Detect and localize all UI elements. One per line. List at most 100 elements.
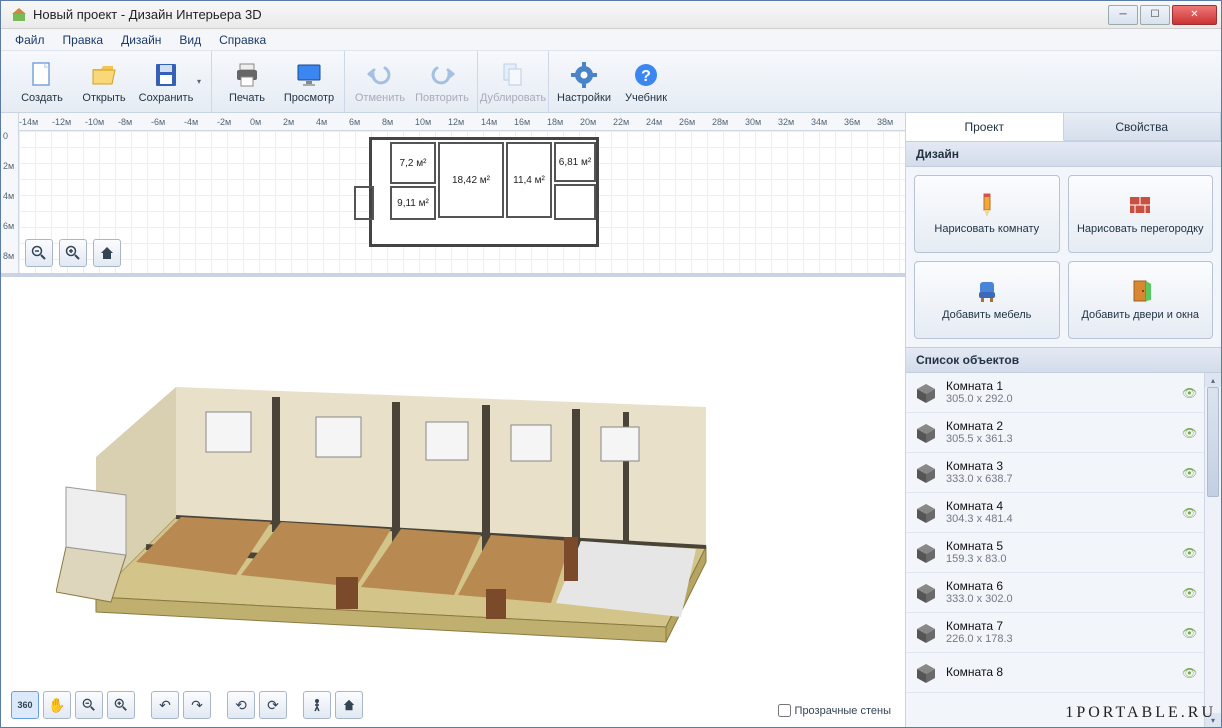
maximize-button[interactable]: ☐ [1140, 5, 1170, 25]
scene-3d [56, 337, 746, 657]
visibility-icon[interactable]: 👁 [1182, 666, 1196, 680]
visibility-icon[interactable]: 👁 [1182, 586, 1196, 600]
visibility-icon[interactable]: 👁 [1182, 386, 1196, 400]
home-3d-button[interactable] [335, 691, 363, 719]
object-item[interactable]: Комната 3333.0 x 638.7👁 [906, 453, 1204, 493]
cube-icon [914, 541, 938, 565]
visibility-icon[interactable]: 👁 [1182, 426, 1196, 440]
room-label: 7,2 м² [390, 142, 436, 184]
rotate-right-button[interactable]: ↷ [183, 691, 211, 719]
app-window: Новый проект - Дизайн Интерьера 3D ─ ☐ ✕… [0, 0, 1222, 728]
settings-button[interactable]: Настройки [553, 54, 615, 110]
object-item[interactable]: Комната 4304.3 x 481.4👁 [906, 493, 1204, 533]
room-area [554, 184, 596, 220]
page-icon [27, 60, 57, 90]
menu-design[interactable]: Дизайн [113, 31, 169, 49]
tab-properties[interactable]: Свойства [1064, 113, 1222, 140]
menu-help[interactable]: Справка [211, 31, 274, 49]
object-list: Комната 1305.0 x 292.0👁Комната 2305.5 x … [906, 373, 1221, 727]
panel-tabs: Проект Свойства [906, 113, 1221, 141]
cube-icon [914, 381, 938, 405]
object-item[interactable]: Комната 8👁 [906, 653, 1204, 693]
print-button[interactable]: Печать [216, 54, 278, 110]
cube-icon [914, 661, 938, 685]
open-button[interactable]: Открыть [73, 54, 135, 110]
transparent-walls-input[interactable] [778, 704, 791, 717]
copy-icon [498, 60, 528, 90]
draw-room-button[interactable]: Нарисовать комнату [914, 175, 1060, 253]
cube-icon [914, 421, 938, 445]
visibility-icon[interactable]: 👁 [1182, 546, 1196, 560]
redo-button[interactable]: Повторить [411, 54, 473, 110]
view-3d[interactable]: 360 ✋ ↶ ↷ ⟲ ⟳ Прозрачные стены [1, 277, 905, 727]
undo-icon [365, 60, 395, 90]
object-item[interactable]: Комната 2305.5 x 361.3👁 [906, 413, 1204, 453]
pencil-icon [973, 191, 1001, 219]
add-doors-button[interactable]: Добавить двери и окна [1068, 261, 1214, 339]
gear-icon [569, 60, 599, 90]
tilt-up-button[interactable]: ⟲ [227, 691, 255, 719]
visibility-icon[interactable]: 👁 [1182, 626, 1196, 640]
360-button[interactable]: 360 [11, 691, 39, 719]
tutorial-button[interactable]: ? Учебник [615, 54, 677, 110]
menu-file[interactable]: Файл [7, 31, 53, 49]
main-toolbar: Создать Открыть Сохранить ▾ Печать П [1, 51, 1221, 113]
tilt-down-button[interactable]: ⟳ [259, 691, 287, 719]
visibility-icon[interactable]: 👁 [1182, 466, 1196, 480]
object-item[interactable]: Комната 5159.3 x 83.0👁 [906, 533, 1204, 573]
chair-icon [973, 277, 1001, 305]
undo-button[interactable]: Отменить [349, 54, 411, 110]
home-2d-button[interactable] [93, 239, 121, 267]
brick-icon [1126, 191, 1154, 219]
cube-icon [914, 501, 938, 525]
cube-icon [914, 461, 938, 485]
monitor-icon [294, 60, 324, 90]
minimize-button[interactable]: ─ [1108, 5, 1138, 25]
add-furniture-button[interactable]: Добавить мебель [914, 261, 1060, 339]
new-button[interactable]: Создать [11, 54, 73, 110]
canvas-2d[interactable]: 7,2 м² 18,42 м² 11,4 м² 6,81 м² 9,11 м² [19, 131, 905, 273]
printer-icon [232, 60, 262, 90]
svg-text:?: ? [641, 68, 651, 85]
cube-icon [914, 621, 938, 645]
scroll-up-button[interactable]: ▴ [1205, 373, 1221, 387]
rotate-left-button[interactable]: ↶ [151, 691, 179, 719]
titlebar: Новый проект - Дизайн Интерьера 3D ─ ☐ ✕ [1, 1, 1221, 29]
zoom-in-2d-button[interactable] [59, 239, 87, 267]
zoom-in-3d-button[interactable] [107, 691, 135, 719]
menubar: Файл Правка Дизайн Вид Справка [1, 29, 1221, 51]
menu-edit[interactable]: Правка [55, 31, 112, 49]
view-2d: 0 2м 4м 6м 8м -14м-12м-10м-8м-6м-4м-2м0м… [1, 113, 905, 277]
floorplan-outline: 7,2 м² 18,42 м² 11,4 м² 6,81 м² 9,11 м² [369, 137, 599, 247]
vertical-ruler: 0 2м 4м 6м 8м [1, 113, 19, 273]
app-icon [11, 7, 27, 23]
cube-icon [914, 581, 938, 605]
close-button[interactable]: ✕ [1172, 5, 1217, 25]
walk-button[interactable] [303, 691, 331, 719]
room-label: 11,4 м² [506, 142, 552, 218]
scroll-thumb[interactable] [1207, 387, 1219, 497]
pan-button[interactable]: ✋ [43, 691, 71, 719]
zoom-out-2d-button[interactable] [25, 239, 53, 267]
toolbar-3d: 360 ✋ ↶ ↷ ⟲ ⟳ [11, 691, 363, 719]
redo-icon [427, 60, 457, 90]
menu-view[interactable]: Вид [171, 31, 209, 49]
object-item[interactable]: Комната 1305.0 x 292.0👁 [906, 373, 1204, 413]
horizontal-ruler: -14м-12м-10м-8м-6м-4м-2м0м2м4м6м8м10м12м… [19, 113, 905, 131]
door-icon [1126, 277, 1154, 305]
draw-partition-button[interactable]: Нарисовать перегородку [1068, 175, 1214, 253]
save-button[interactable]: Сохранить [135, 54, 197, 110]
room-label: 6,81 м² [554, 142, 596, 182]
right-panel: Проект Свойства Дизайн Нарисовать комнат… [906, 113, 1221, 727]
watermark: 1PORTABLE.RU [1065, 704, 1216, 722]
visibility-icon[interactable]: 👁 [1182, 506, 1196, 520]
tab-project[interactable]: Проект [906, 113, 1064, 141]
object-list-scrollbar[interactable]: ▴ ▾ [1204, 373, 1221, 727]
zoom-out-3d-button[interactable] [75, 691, 103, 719]
duplicate-button[interactable]: Дублировать [482, 54, 544, 110]
preview-button[interactable]: Просмотр [278, 54, 340, 110]
transparent-walls-checkbox[interactable]: Прозрачные стены [778, 704, 891, 717]
object-item[interactable]: Комната 6333.0 x 302.0👁 [906, 573, 1204, 613]
save-dropdown[interactable]: ▾ [197, 77, 207, 86]
object-item[interactable]: Комната 7226.0 x 178.3👁 [906, 613, 1204, 653]
